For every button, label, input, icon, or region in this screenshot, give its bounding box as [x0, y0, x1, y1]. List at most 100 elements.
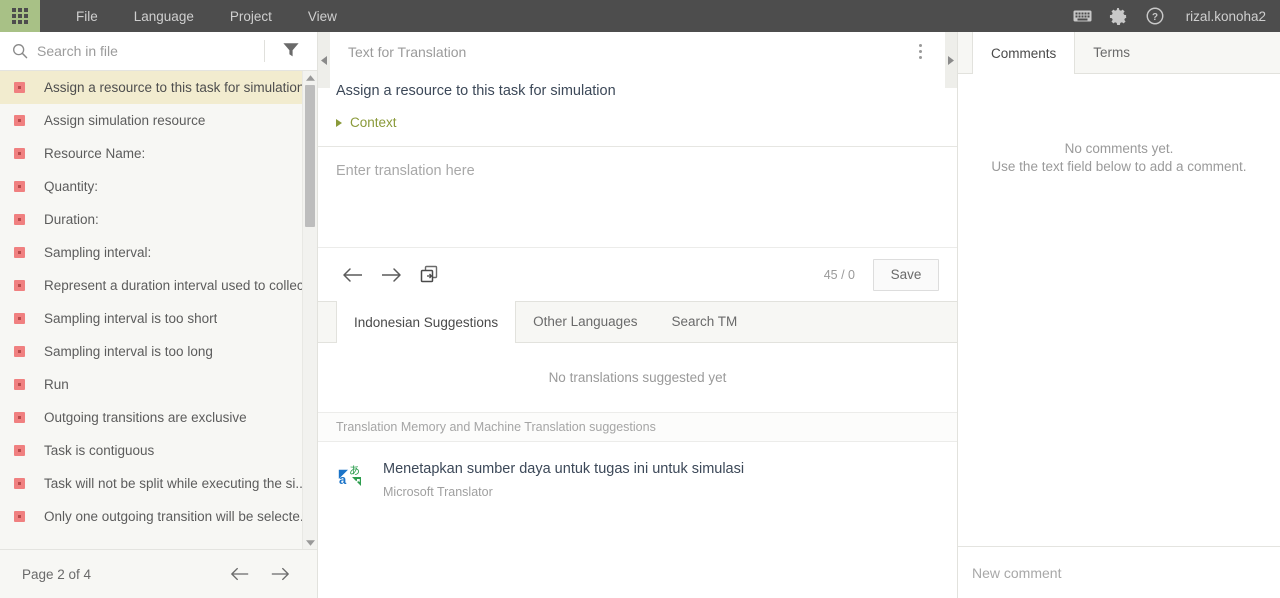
keyboard-icon[interactable] [1072, 5, 1094, 27]
character-counter: 45 / 0 [823, 267, 855, 282]
segment-label: Run [44, 377, 69, 392]
segment-item[interactable]: Assign a resource to this task for simul… [0, 71, 317, 104]
prev-page-button[interactable] [225, 559, 255, 589]
source-header: Text for Translation [318, 32, 957, 71]
apps-grid-button[interactable] [0, 0, 40, 32]
page-indicator: Page 2 of 4 [22, 566, 92, 582]
search-bar [0, 32, 317, 71]
more-vertical-icon[interactable] [909, 38, 931, 66]
main-menu: File Language Project View [58, 0, 355, 32]
comments-panel: Comments Terms No comments yet. Use the … [958, 32, 1280, 598]
segments-list[interactable]: Assign a resource to this task for simul… [0, 71, 317, 549]
segment-item[interactable]: Assign simulation resource [0, 104, 317, 137]
segment-item[interactable]: Sampling interval is too long [0, 335, 317, 368]
segment-status-icon [14, 379, 25, 390]
svg-text:a: a [339, 472, 347, 487]
segment-label: Sampling interval is too short [44, 311, 218, 326]
mt-suggestion-body: Menetapkan sumber daya untuk tugas ini u… [383, 460, 744, 499]
arrow-left-icon [231, 567, 249, 581]
segment-status-icon [14, 478, 25, 489]
segment-item[interactable]: Run [0, 368, 317, 401]
comments-empty-state: No comments yet. Use the text field belo… [958, 74, 1280, 546]
segment-item[interactable]: Sampling interval: [0, 236, 317, 269]
chevron-right-icon [948, 53, 954, 68]
context-label: Context [350, 115, 397, 130]
editor-toolbar: 45 / 0 Save [318, 247, 957, 301]
segment-label: Quantity: [44, 179, 99, 194]
segment-status-icon [14, 115, 25, 126]
segment-item[interactable]: Task will not be split while executing t… [0, 467, 317, 500]
segment-item[interactable]: Task is contiguous [0, 434, 317, 467]
context-toggle[interactable]: Context [318, 101, 957, 146]
segment-item[interactable]: Quantity: [0, 170, 317, 203]
sidebar-scrollbar[interactable] [302, 71, 317, 549]
segment-label: Resource Name: [44, 146, 146, 161]
segment-label: Outgoing transitions are exclusive [44, 410, 247, 425]
gear-icon[interactable] [1108, 5, 1130, 27]
segment-status-icon [14, 148, 25, 159]
tab-other-languages[interactable]: Other Languages [516, 301, 654, 342]
scroll-up-icon[interactable] [303, 71, 317, 84]
copy-source-button[interactable] [412, 258, 446, 292]
filter-button[interactable] [265, 32, 317, 71]
segment-label: Represent a duration interval used to co… [44, 278, 315, 293]
menu-item-file[interactable]: File [58, 0, 116, 32]
main-content: Assign a resource to this task for simul… [0, 32, 1280, 598]
segment-status-icon [14, 412, 25, 423]
segment-item[interactable]: Sampling interval is too short [0, 302, 317, 335]
comments-empty-line2: Use the text field below to add a commen… [991, 159, 1247, 174]
scroll-down-icon[interactable] [303, 536, 317, 549]
menu-item-language[interactable]: Language [116, 0, 212, 32]
segment-label: Task is contiguous [44, 443, 155, 458]
help-icon[interactable]: ? [1144, 5, 1166, 27]
mt-suggestion-source: Microsoft Translator [383, 485, 493, 499]
translate-icon: ◤ a あ [338, 460, 364, 491]
mt-suggestion-text: Menetapkan sumber daya untuk tugas ini u… [383, 461, 745, 477]
segment-item[interactable]: Represent a duration interval used to co… [0, 269, 317, 302]
top-bar: File Language Project View ? rizal.konoh… [0, 0, 1280, 32]
svg-text:?: ? [1152, 12, 1158, 23]
new-comment-input[interactable] [972, 564, 1266, 581]
save-button[interactable]: Save [873, 258, 939, 291]
suggestions-empty-message: No translations suggested yet [548, 370, 727, 385]
copy-source-icon [420, 265, 438, 282]
user-menu[interactable]: rizal.konoha2 [1186, 9, 1266, 24]
tab-terms[interactable]: Terms [1075, 32, 1148, 73]
target-text-area [318, 146, 957, 247]
search-input[interactable] [37, 43, 264, 59]
next-segment-button[interactable] [374, 258, 408, 292]
source-text: Assign a resource to this task for simul… [336, 83, 616, 99]
mt-suggestions-list: ◤ a あ Menetapkan sumber daya untuk tugas… [318, 442, 957, 598]
arrow-right-icon [271, 567, 289, 581]
tab-comments[interactable]: Comments [972, 32, 1076, 74]
segment-item[interactable]: Outgoing transitions are exclusive [0, 401, 317, 434]
segment-status-icon [14, 445, 25, 456]
arrow-right-icon [382, 267, 401, 282]
segment-item[interactable]: Resource Name: [0, 137, 317, 170]
collapse-right-button[interactable] [945, 32, 957, 88]
mt-suggestion-item[interactable]: ◤ a あ Menetapkan sumber daya untuk tugas… [318, 442, 957, 499]
menu-item-view[interactable]: View [290, 0, 355, 32]
segment-label: Sampling interval: [44, 245, 152, 260]
collapse-left-button[interactable] [318, 32, 330, 88]
top-bar-actions: ? rizal.konoha2 [1072, 0, 1280, 32]
translation-editor: Text for Translation Assign a resource t… [318, 32, 958, 598]
segment-item[interactable]: Only one outgoing transition will be sel… [0, 500, 317, 533]
segment-label: Assign a resource to this task for simul… [44, 80, 305, 95]
mt-section-header: Translation Memory and Machine Translati… [318, 412, 957, 442]
arrow-left-icon [343, 267, 362, 282]
search-icon [0, 43, 37, 59]
tab-search-tm[interactable]: Search TM [654, 301, 754, 342]
menu-item-project[interactable]: Project [212, 0, 290, 32]
svg-text:あ: あ [349, 464, 360, 477]
comments-tabs: Comments Terms [958, 32, 1280, 74]
scrollbar-thumb[interactable] [305, 85, 315, 227]
next-page-button[interactable] [265, 559, 295, 589]
pager-buttons [225, 559, 295, 589]
tab-indonesian-suggestions[interactable]: Indonesian Suggestions [336, 301, 517, 343]
translation-input[interactable] [336, 161, 939, 233]
segment-label: Sampling interval is too long [44, 344, 213, 359]
segment-label: Assign simulation resource [44, 113, 206, 128]
segment-item[interactable]: Duration: [0, 203, 317, 236]
previous-segment-button[interactable] [336, 258, 370, 292]
